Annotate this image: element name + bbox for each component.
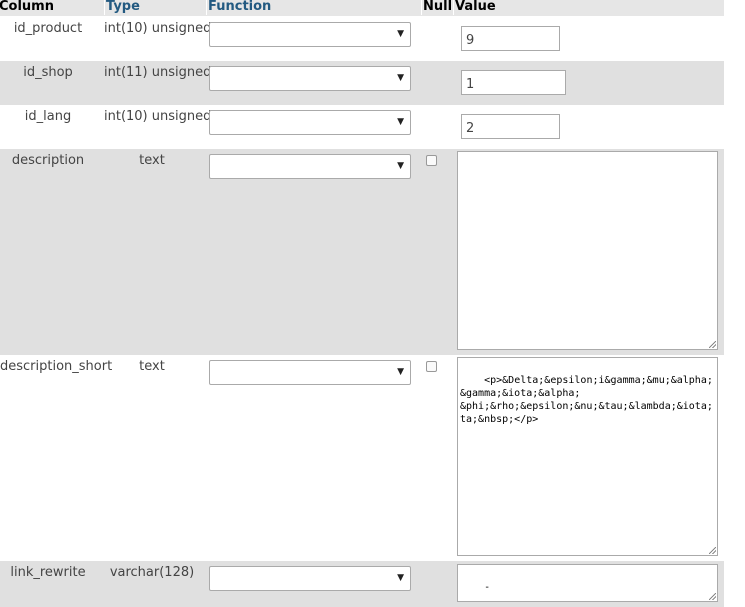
column-type: text [139, 359, 165, 374]
table-row: description text ▼ [0, 149, 724, 355]
null-checkbox[interactable] [426, 361, 437, 372]
null-checkbox[interactable] [426, 155, 437, 166]
header-type-link[interactable]: Type [104, 0, 140, 15]
table-row: id_shop int(11) unsigned ▼ 1 [0, 61, 724, 105]
value-text: - [484, 582, 491, 593]
table-row: id_product int(10) unsigned ▼ 9 [0, 17, 724, 61]
column-name: description [11, 153, 85, 168]
value-text: <p>&Delta;&epsilon;i&gamma;&mu;&alpha;&g… [460, 375, 713, 425]
value-textarea[interactable]: - [457, 564, 718, 602]
resize-handle-icon[interactable] [709, 547, 716, 554]
function-select[interactable]: ▼ [209, 154, 411, 179]
function-select[interactable]: ▼ [209, 66, 411, 91]
column-name: link_rewrite [10, 565, 86, 580]
chevron-down-icon: ▼ [397, 73, 404, 83]
table-header: Column Type Function Null Value [0, 0, 724, 16]
table-row: id_lang int(10) unsigned ▼ 2 [0, 105, 724, 149]
column-type: text [139, 153, 165, 168]
column-name: id_product [13, 21, 83, 36]
value-textarea[interactable]: <p>&Delta;&epsilon;i&gamma;&mu;&alpha;&g… [457, 357, 718, 556]
column-type: int(10) unsigned [104, 109, 212, 124]
function-select[interactable]: ▼ [209, 360, 411, 385]
function-select[interactable]: ▼ [209, 566, 411, 591]
chevron-down-icon: ▼ [397, 573, 404, 583]
resize-handle-icon[interactable] [709, 593, 716, 600]
header-null: Null [421, 0, 453, 15]
chevron-down-icon: ▼ [397, 367, 404, 377]
table-row: link_rewrite varchar(128) ▼ - [0, 561, 724, 607]
resize-handle-icon[interactable] [709, 341, 716, 348]
chevron-down-icon: ▼ [397, 117, 404, 127]
function-select[interactable]: ▼ [209, 22, 411, 47]
header-function-link[interactable]: Function [206, 0, 271, 15]
value-input[interactable]: 2 [461, 114, 560, 139]
column-type: int(11) unsigned [104, 65, 212, 80]
value-input[interactable]: 1 [461, 70, 566, 95]
column-name: id_shop [23, 65, 73, 80]
column-name: id_lang [24, 109, 72, 124]
header-value: Value [453, 0, 496, 15]
column-type: varchar(128) [109, 565, 195, 580]
function-select[interactable]: ▼ [209, 110, 411, 135]
column-name: description_short [0, 359, 113, 374]
chevron-down-icon: ▼ [397, 29, 404, 39]
column-type: int(10) unsigned [104, 21, 212, 36]
chevron-down-icon: ▼ [397, 161, 404, 171]
header-column: Column [0, 0, 54, 14]
table-row: description_short text ▼ <p>&Delta;&epsi… [0, 355, 724, 561]
value-input[interactable]: 9 [461, 26, 560, 51]
value-textarea[interactable] [457, 151, 718, 350]
